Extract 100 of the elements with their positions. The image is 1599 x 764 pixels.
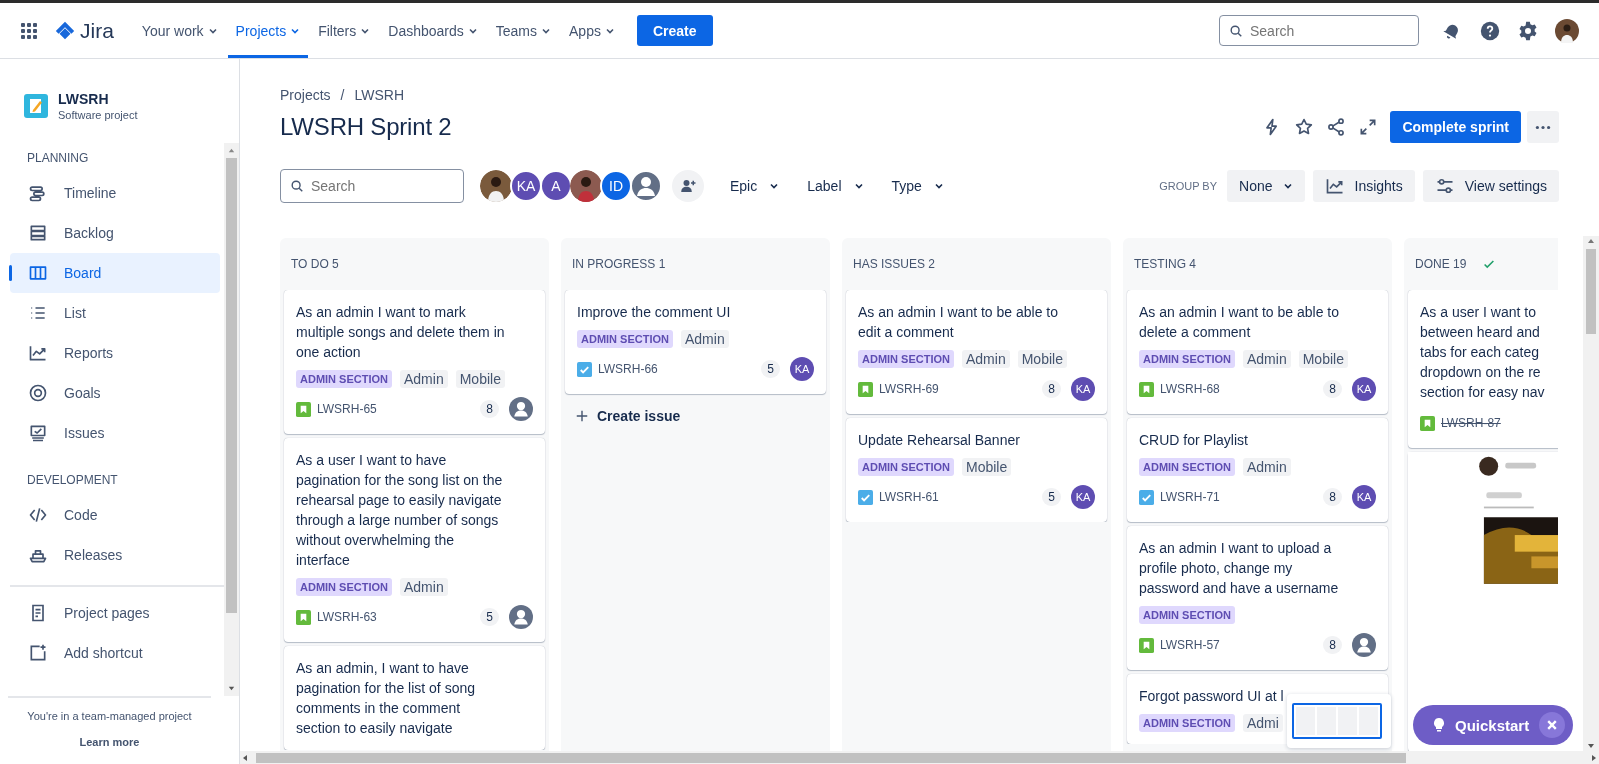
jira-logo-icon[interactable]: [54, 19, 76, 42]
default-avatar-icon[interactable]: [630, 170, 662, 202]
unassigned-avatar-icon[interactable]: [1352, 633, 1376, 657]
issue-card[interactable]: Update Rehearsal Banner ADMIN SECTION Mobile LWSRH-61 5 KA: [846, 418, 1107, 522]
sidebar-item[interactable]: Backlog: [10, 213, 220, 253]
sidebar-item[interactable]: Issues: [10, 413, 220, 453]
scroll-thumb[interactable]: [256, 752, 1406, 763]
scroll-thumb[interactable]: [226, 158, 237, 613]
search-field[interactable]: Search: [1219, 15, 1419, 46]
nav-menu[interactable]: Projects: [227, 3, 309, 58]
issue-key[interactable]: LWSRH-63: [317, 610, 377, 624]
star-icon[interactable]: [1294, 117, 1315, 137]
monitor-icon: [28, 423, 48, 443]
issue-key[interactable]: LWSRH-71: [1160, 490, 1220, 504]
filter-dropdown[interactable]: Type: [879, 170, 956, 202]
epic-lozenge: ADMIN SECTION: [1139, 606, 1235, 624]
settings-icon[interactable]: [1517, 19, 1539, 42]
unassigned-avatar-icon[interactable]: [509, 397, 533, 421]
sidebar-item[interactable]: List: [10, 293, 220, 333]
epic-lozenge: ADMIN SECTION: [858, 350, 954, 368]
sidebar-item[interactable]: Timeline: [10, 173, 220, 213]
group-by-dropdown[interactable]: None: [1227, 170, 1305, 202]
issue-card[interactable]: As an admin I want to be able to edit a comment ADMIN SECTION Admin Mobile LWSRH-69 8 KA: [846, 290, 1107, 414]
line-chart-icon: [1324, 176, 1345, 196]
nav-menu[interactable]: Apps: [561, 3, 623, 58]
issue-title: As an admin I want to upload a profile photo, change my password and have a username: [1139, 539, 1340, 598]
issue-key[interactable]: LWSRH-66: [598, 362, 658, 376]
issue-title: As an admin I want to be able to edit a comment: [858, 303, 1059, 342]
issue-title: As a user I want to: [1420, 303, 1537, 322]
close-icon[interactable]: [1539, 712, 1565, 738]
issue-card[interactable]: Improve the comment UI ADMIN SECTION Admin LWSRH-66 5 KA: [565, 290, 826, 394]
create-issue-button[interactable]: Create issue: [565, 400, 826, 432]
user-avatar[interactable]: ID: [600, 170, 632, 202]
board-minimap-tooltip[interactable]: [1287, 694, 1391, 748]
scrollbar[interactable]: [224, 143, 239, 696]
nav-menu[interactable]: Dashboards: [380, 3, 486, 58]
nav-menu[interactable]: Teams: [487, 3, 560, 58]
breadcrumb-link[interactable]: Projects: [280, 87, 331, 103]
unassigned-avatar-icon[interactable]: [509, 605, 533, 629]
sidebar-item[interactable]: Board: [10, 253, 220, 293]
more-icon: [1535, 124, 1551, 130]
scroll-up-icon[interactable]: [227, 146, 236, 155]
breadcrumb-link[interactable]: LWSRH: [354, 87, 404, 103]
sidebar-item[interactable]: Add shortcut: [10, 633, 220, 673]
issue-card[interactable]: As an admin I want to be able to delete a comment ADMIN SECTION Admin Mobile LWSRH-68 8 KA: [1127, 290, 1388, 414]
assignee-avatar[interactable]: KA: [1071, 485, 1095, 509]
issue-key[interactable]: LWSRH-87: [1441, 416, 1501, 430]
nav-menu[interactable]: Your work: [133, 3, 226, 58]
chevron-down-icon: [853, 181, 864, 191]
project-notebook-icon: [24, 94, 48, 118]
filter-dropdown[interactable]: Epic: [718, 170, 792, 202]
issue-card[interactable]: As an admin I want to upload a profile photo, change my password and have a username ADMIN SECTION LWSRH-57 8: [1127, 526, 1388, 670]
sidebar-item[interactable]: Code: [10, 495, 220, 535]
search-field[interactable]: Search: [280, 169, 464, 203]
assignee-avatar[interactable]: KA: [1352, 485, 1376, 509]
learn-more-link[interactable]: Learn more: [79, 736, 140, 748]
product-name[interactable]: Jira: [80, 18, 114, 43]
search-icon: [1229, 23, 1243, 38]
scrollbar[interactable]: [1583, 236, 1599, 751]
complete-sprint-button[interactable]: Complete sprint: [1390, 111, 1521, 143]
filter-dropdown[interactable]: Label: [795, 170, 876, 202]
issue-card[interactable]: As a user I want to between heard and tabs for each categ dropdown on the re section for easy nav LWSRH-87: [1408, 290, 1558, 448]
scrollbar[interactable]: [240, 751, 1599, 764]
sidebar-item[interactable]: Project pages: [10, 593, 220, 633]
quickstart-button[interactable]: Quickstart: [1413, 705, 1573, 745]
issue-key[interactable]: LWSRH-57: [1160, 638, 1220, 652]
label-tag: Admin: [681, 330, 729, 348]
epic-lozenge: ADMIN SECTION: [1139, 350, 1235, 368]
scroll-thumb[interactable]: [1586, 249, 1596, 334]
sidebar-item[interactable]: Releases: [10, 535, 220, 575]
scroll-down-icon[interactable]: [227, 684, 236, 693]
issue-key[interactable]: LWSRH-65: [317, 402, 377, 416]
assignee-avatar[interactable]: KA: [1352, 377, 1376, 401]
issue-key[interactable]: LWSRH-68: [1160, 382, 1220, 396]
add-people-button[interactable]: [672, 170, 704, 202]
user-avatar[interactable]: KA: [510, 170, 542, 202]
issue-card[interactable]: CRUD for Playlist ADMIN SECTION Admin LWSRH-71 8 KA: [1127, 418, 1388, 522]
issue-card[interactable]: As an admin I want to mark multiple songs and delete them in one action ADMIN SECTION Admin Mobile LWSRH-65 8: [284, 290, 545, 434]
expand-icon[interactable]: [1358, 117, 1379, 137]
project-name: LWSRH: [58, 91, 110, 107]
help-icon[interactable]: [1479, 19, 1501, 42]
issue-key[interactable]: LWSRH-69: [879, 382, 939, 396]
issue-card[interactable]: As an admin, I want to have pagination for the list of song comments in the comment section to easily navigate: [284, 646, 545, 750]
more-button[interactable]: [1527, 111, 1559, 143]
column-title: TO DO 5: [291, 257, 339, 271]
nav-menu[interactable]: Filters: [310, 3, 379, 58]
label-tag: Mobile: [455, 370, 505, 388]
issue-key[interactable]: LWSRH-61: [879, 490, 939, 504]
insights-button[interactable]: Insights: [1312, 170, 1415, 202]
assignee-avatar[interactable]: KA: [790, 357, 814, 381]
sidebar-item[interactable]: Goals: [10, 373, 220, 413]
create-button[interactable]: Create: [636, 15, 713, 46]
view-settings-button[interactable]: View settings: [1422, 170, 1559, 202]
assignee-avatar[interactable]: KA: [1071, 377, 1095, 401]
sidebar-item[interactable]: Reports: [10, 333, 220, 373]
share-icon[interactable]: [1326, 117, 1347, 137]
app-switcher-icon[interactable]: [20, 21, 38, 40]
issue-card[interactable]: As a user I want to have pagination for the song list on the rehearsal page to easily navigate through a large number of songs without overwhelming the interface ADMIN SECTION Admin LWSRH-63 5: [284, 438, 545, 642]
sprint-title: LWSRH Sprint 2: [280, 113, 452, 141]
user-avatar[interactable]: A: [540, 170, 572, 202]
